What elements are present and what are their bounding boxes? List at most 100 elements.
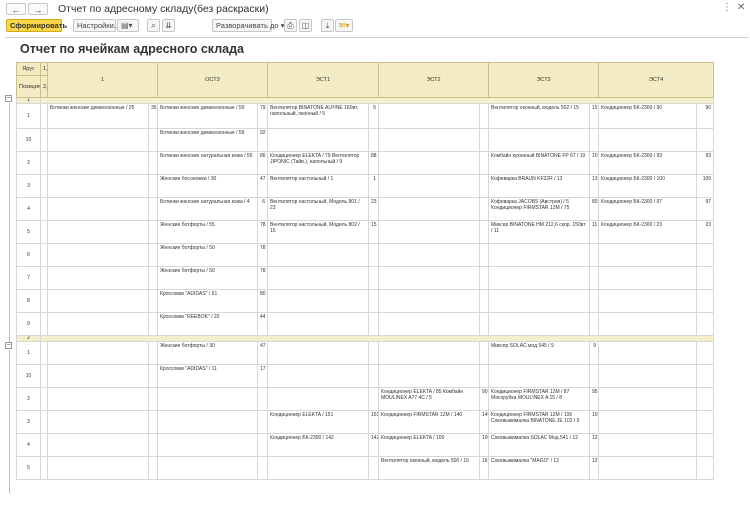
cell-quantity[interactable] xyxy=(696,312,715,336)
cell-quantity[interactable] xyxy=(589,266,600,290)
collapse-group-2-icon[interactable]: − xyxy=(5,342,12,349)
cell-quantity[interactable] xyxy=(696,456,715,480)
cell-quantity[interactable] xyxy=(589,128,600,152)
cell-quantity[interactable]: 15 xyxy=(367,220,380,244)
cell-item-name[interactable] xyxy=(598,312,698,336)
variant-dropdown-button[interactable]: ▤▾ xyxy=(117,19,139,32)
cell-item-name[interactable]: Миксер BINATONE HM 212,6 скор. 150вт / 1… xyxy=(488,220,591,244)
cell-quantity[interactable]: 35 xyxy=(148,103,158,129)
cell-quantity[interactable] xyxy=(479,220,490,244)
cell-item-name[interactable] xyxy=(47,341,149,365)
cell-item-name[interactable] xyxy=(378,220,481,244)
cell-quantity[interactable]: 23 xyxy=(367,197,380,221)
cell-item-name[interactable] xyxy=(378,312,481,336)
cell-item-name[interactable]: Кондиционер БК-2300 / 90 xyxy=(598,103,698,129)
cell-quantity[interactable]: 97 xyxy=(696,197,715,221)
cell-item-name[interactable] xyxy=(378,174,481,198)
position-cell[interactable]: 3 xyxy=(16,174,41,198)
cell-item-name[interactable]: Ботинки женские демисезонные / 59 xyxy=(157,103,258,129)
cell-quantity[interactable] xyxy=(148,266,158,290)
cell-item-name[interactable] xyxy=(47,364,149,388)
cell-quantity[interactable] xyxy=(148,174,158,198)
cell-quantity[interactable] xyxy=(367,387,380,411)
cell-item-name[interactable] xyxy=(598,341,698,365)
cell-item-name[interactable] xyxy=(267,266,369,290)
cell-quantity[interactable]: 80 xyxy=(257,289,268,313)
cell-quantity[interactable] xyxy=(367,266,380,290)
cell-quantity[interactable]: 86 xyxy=(257,151,268,175)
cell-item-name[interactable]: Ботинки женские натуральная кожа / 4 xyxy=(157,197,258,221)
cell-quantity[interactable] xyxy=(589,243,600,267)
cell-quantity[interactable] xyxy=(589,364,600,388)
expand-to-dropdown[interactable]: Разворачивать до ▾ xyxy=(212,19,284,32)
cell-quantity[interactable]: 15 xyxy=(589,103,600,129)
cell-item-name[interactable]: Кондиционер ELEKTA / 79 Вентилятор JIPON… xyxy=(267,151,369,175)
cell-quantity[interactable] xyxy=(479,341,490,365)
cell-quantity[interactable] xyxy=(257,410,268,434)
cell-item-name[interactable] xyxy=(488,364,591,388)
cell-item-name[interactable] xyxy=(267,128,369,152)
position-cell[interactable]: 10 xyxy=(16,128,41,152)
cell-quantity[interactable] xyxy=(479,128,490,152)
cell-item-name[interactable]: Вентилятор оконный, модель 502 / 15 xyxy=(488,103,591,129)
cell-item-name[interactable]: Ботинки женские демисезонные / 59 xyxy=(157,128,258,152)
cell-item-name[interactable] xyxy=(47,128,149,152)
cell-item-name[interactable] xyxy=(267,243,369,267)
cell-quantity[interactable]: 44 xyxy=(257,312,268,336)
cell-quantity[interactable] xyxy=(479,197,490,221)
cell-item-name[interactable]: Ботинки женские демисезонные / 25 xyxy=(47,103,149,129)
cell-item-name[interactable]: Комбайн кухонный BINATONE FP 67 / 10 xyxy=(488,151,591,175)
preview-button[interactable]: ◫ xyxy=(299,19,312,32)
cell-item-name[interactable] xyxy=(488,128,591,152)
close-icon[interactable]: ✕ xyxy=(737,2,745,13)
position-cell[interactable]: 9 xyxy=(16,312,41,336)
cell-item-name[interactable]: Кофеварка BRAUN KF22R / 13 xyxy=(488,174,591,198)
cell-item-name[interactable] xyxy=(378,364,481,388)
cell-quantity[interactable] xyxy=(148,312,158,336)
cell-quantity[interactable] xyxy=(479,289,490,313)
cell-quantity[interactable] xyxy=(479,312,490,336)
cell-quantity[interactable]: 11 xyxy=(589,220,600,244)
position-cell[interactable]: 8 xyxy=(16,289,41,313)
back-button[interactable]: ← xyxy=(6,3,26,15)
cell-item-name[interactable]: Кроссовки "REEBOK" / 20 xyxy=(157,312,258,336)
cell-item-name[interactable]: Кондиционер БК-2300 / 23 xyxy=(598,220,698,244)
cell-quantity[interactable] xyxy=(148,456,158,480)
position-cell[interactable]: 1 xyxy=(16,103,41,129)
position-cell[interactable]: 2 xyxy=(16,387,41,411)
cell-item-name[interactable] xyxy=(598,433,698,457)
collapse-group-1-icon[interactable]: − xyxy=(5,95,12,102)
cell-quantity[interactable] xyxy=(148,128,158,152)
cell-item-name[interactable] xyxy=(598,364,698,388)
print-button[interactable]: ⎙ xyxy=(284,19,297,32)
cell-item-name[interactable] xyxy=(47,387,149,411)
cell-quantity[interactable] xyxy=(696,341,715,365)
cell-item-name[interactable]: Миксер SOLAC мод.545 / 9 xyxy=(488,341,591,365)
cell-quantity[interactable]: 10 xyxy=(589,151,600,175)
cell-item-name[interactable]: Соковыжималка SOLAC Мод.541 / 12 xyxy=(488,433,591,457)
cell-quantity[interactable]: 93 xyxy=(696,151,715,175)
cell-quantity[interactable]: 80 xyxy=(589,197,600,221)
cell-item-name[interactable] xyxy=(47,151,149,175)
cell-quantity[interactable] xyxy=(257,456,268,480)
cell-item-name[interactable]: Кроссовки "ADIDAS" / 51 xyxy=(157,289,258,313)
cell-quantity[interactable] xyxy=(696,387,715,411)
cell-quantity[interactable] xyxy=(148,151,158,175)
position-cell[interactable]: 6 xyxy=(16,243,41,267)
cell-quantity[interactable]: 109 xyxy=(589,410,600,434)
cell-item-name[interactable]: Кондиционер FIRMSTAR 12М / 106 Соковыжим… xyxy=(488,410,591,434)
cell-item-name[interactable]: Вентилятор настольный / 1 xyxy=(267,174,369,198)
cell-quantity[interactable] xyxy=(696,364,715,388)
cell-item-name[interactable] xyxy=(378,103,481,129)
cell-item-name[interactable] xyxy=(47,456,149,480)
position-cell[interactable]: 7 xyxy=(16,266,41,290)
forward-button[interactable]: → xyxy=(28,3,48,15)
save-button[interactable]: ⤓ xyxy=(321,19,334,32)
cell-quantity[interactable]: 16 xyxy=(479,456,490,480)
cell-quantity[interactable] xyxy=(589,289,600,313)
cell-quantity[interactable]: 95 xyxy=(589,387,600,411)
cell-item-name[interactable]: Кондиционер FIRMSTAR 12М / 87 Мясорубка … xyxy=(488,387,591,411)
cell-item-name[interactable] xyxy=(157,433,258,457)
cell-quantity[interactable] xyxy=(367,128,380,152)
position-cell[interactable]: 5 xyxy=(16,456,41,480)
